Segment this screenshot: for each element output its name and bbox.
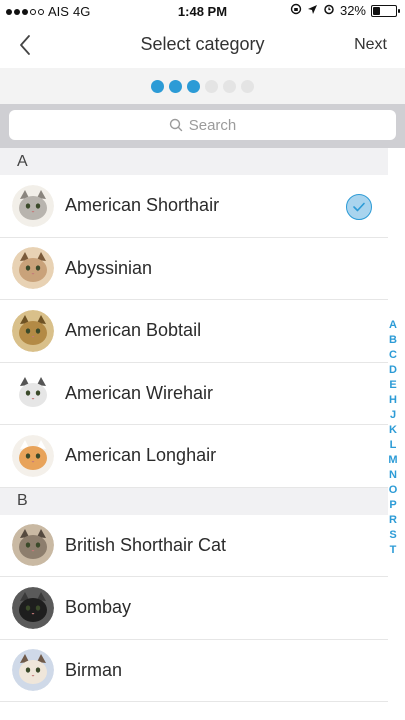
cat-avatar [12, 586, 54, 629]
page-title: Select category [140, 34, 265, 54]
index-letter[interactable]: M [388, 453, 397, 468]
category-label: Birman [65, 659, 123, 680]
progress-step-dot [151, 79, 164, 93]
cat-avatar [12, 524, 54, 567]
cat-avatar [12, 247, 54, 290]
cat-avatar [12, 372, 54, 415]
category-row[interactable]: American Longhair [0, 425, 388, 488]
search-bar: Search [0, 104, 405, 148]
index-letter[interactable]: P [389, 498, 396, 513]
cat-avatar [12, 184, 54, 227]
category-row[interactable]: Birman [0, 639, 388, 702]
index-letter[interactable]: K [389, 423, 397, 438]
cat-avatar [12, 309, 54, 352]
navigation-bar: Select category Next [0, 22, 405, 68]
checkmark-icon [346, 194, 372, 220]
category-label: American Wirehair [65, 382, 214, 403]
index-letter[interactable]: N [389, 468, 397, 483]
category-row[interactable]: Bombay [0, 577, 388, 640]
index-letter[interactable]: C [389, 348, 397, 363]
category-row[interactable]: American Shorthair [0, 175, 388, 238]
search-icon [169, 118, 182, 132]
index-letter[interactable]: O [389, 483, 398, 498]
index-letter[interactable]: E [389, 378, 396, 393]
status-bar: AIS 4G 1:48 PM 32% [0, 0, 405, 22]
category-list: A American Shorthair Abyssinian American Bo… [0, 148, 388, 702]
category-row[interactable]: American Bobtail [0, 300, 388, 363]
category-label: American Longhair [65, 445, 217, 466]
section-header: B [0, 487, 388, 515]
category-label: Bombay [65, 597, 132, 618]
index-letter[interactable]: B [389, 333, 397, 348]
category-label: British Shorthair Cat [65, 534, 227, 555]
progress-step-dot [241, 79, 254, 93]
alarm-icon [323, 3, 335, 18]
search-input[interactable]: Search [9, 110, 396, 140]
index-letter[interactable]: A [389, 318, 397, 333]
category-row[interactable]: Abyssinian [0, 237, 388, 300]
index-letter[interactable]: H [389, 393, 397, 408]
step-progress-indicator [0, 68, 405, 104]
next-button[interactable]: Next [354, 36, 387, 54]
section-header: A [0, 148, 388, 175]
index-letter[interactable]: J [390, 408, 396, 423]
category-row[interactable]: British Shorthair Cat [0, 514, 388, 577]
search-placeholder: Search [188, 116, 237, 134]
battery-level [373, 6, 381, 15]
category-label: American Shorthair [65, 195, 220, 216]
index-letter[interactable]: D [389, 363, 397, 378]
category-row[interactable]: American Wirehair [0, 362, 388, 425]
category-label: Abyssinian [65, 257, 153, 278]
status-right: 32% [290, 3, 400, 18]
alphabet-index-bar[interactable]: ABCDEHJKLMNOPRST [386, 318, 400, 558]
progress-step-dot [169, 79, 182, 93]
index-letter[interactable]: T [390, 543, 397, 558]
index-letter[interactable]: L [390, 438, 397, 453]
rotation-lock-icon [290, 3, 302, 18]
progress-step-dot [205, 79, 218, 93]
progress-step-dot [187, 79, 200, 93]
index-letter[interactable]: R [389, 513, 397, 528]
battery-percent: 32% [339, 3, 366, 18]
cat-avatar [12, 434, 54, 477]
battery-icon [371, 4, 400, 17]
progress-step-dot [223, 79, 236, 93]
location-icon [307, 3, 318, 18]
cat-avatar [12, 649, 54, 692]
category-label: American Bobtail [65, 320, 202, 341]
index-letter[interactable]: S [389, 528, 396, 543]
